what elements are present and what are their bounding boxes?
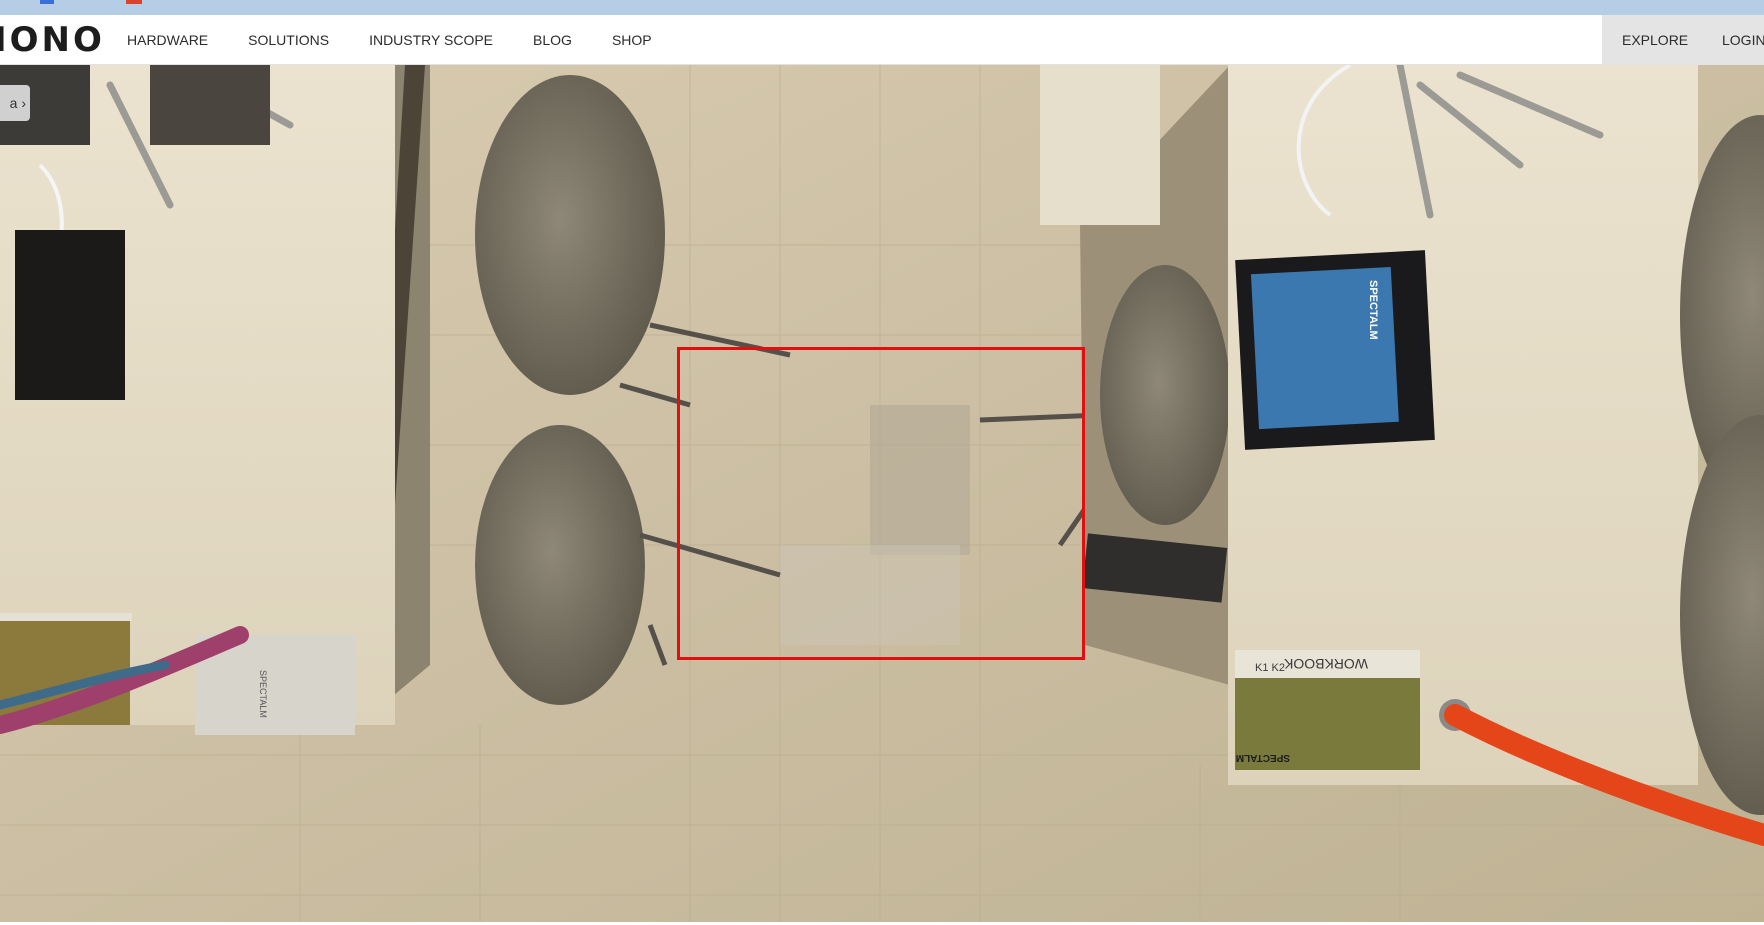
tablet-brand-text: SPECTALM — [1367, 280, 1379, 340]
site-header: IONO HARDWARE SOLUTIONS INDUSTRY SCOPE B… — [0, 15, 1764, 65]
nav-blog[interactable]: BLOG — [533, 15, 572, 65]
workbook-subtitle-text: K1 K2 — [1255, 662, 1285, 674]
login-link[interactable]: LOGIN — [1722, 15, 1764, 65]
workbook-brand-text: SPECTALM — [1236, 752, 1290, 763]
site-logo[interactable]: IONO — [0, 23, 105, 57]
main-nav: HARDWARE SOLUTIONS INDUSTRY SCOPE BLOG S… — [127, 15, 692, 65]
nav-industry-scope[interactable]: INDUSTRY SCOPE — [369, 15, 493, 65]
workbook-title-text: WORKBOOK — [1283, 656, 1368, 672]
chair-bottom-left — [475, 425, 645, 705]
tab-favicon-icon — [40, 0, 54, 4]
nav-hardware[interactable]: HARDWARE — [127, 15, 208, 65]
card-brand-text: SPECTALM — [258, 670, 268, 718]
tab-favicon-icon — [126, 0, 142, 4]
desk-grommet — [150, 65, 270, 145]
nav-solutions[interactable]: SOLUTIONS — [248, 15, 329, 65]
browser-tab-strip — [0, 0, 1764, 15]
explore-button[interactable]: EXPLORE — [1622, 15, 1688, 65]
header-actions: EXPLORE LOGIN — [1602, 15, 1764, 65]
nav-shop[interactable]: SHOP — [612, 15, 652, 65]
chair-right — [1100, 265, 1230, 525]
selection-box[interactable] — [677, 347, 1085, 660]
chair-top-left — [475, 75, 665, 395]
panorama-viewer[interactable]: SPECTALM WORKBOOK K1 K2 SPECTALM SPECTAL… — [0, 65, 1764, 925]
cabinet — [1040, 65, 1160, 225]
side-panel-toggle[interactable]: a › — [0, 85, 30, 121]
brochure-binding — [0, 613, 132, 621]
desk-phone — [15, 230, 125, 400]
